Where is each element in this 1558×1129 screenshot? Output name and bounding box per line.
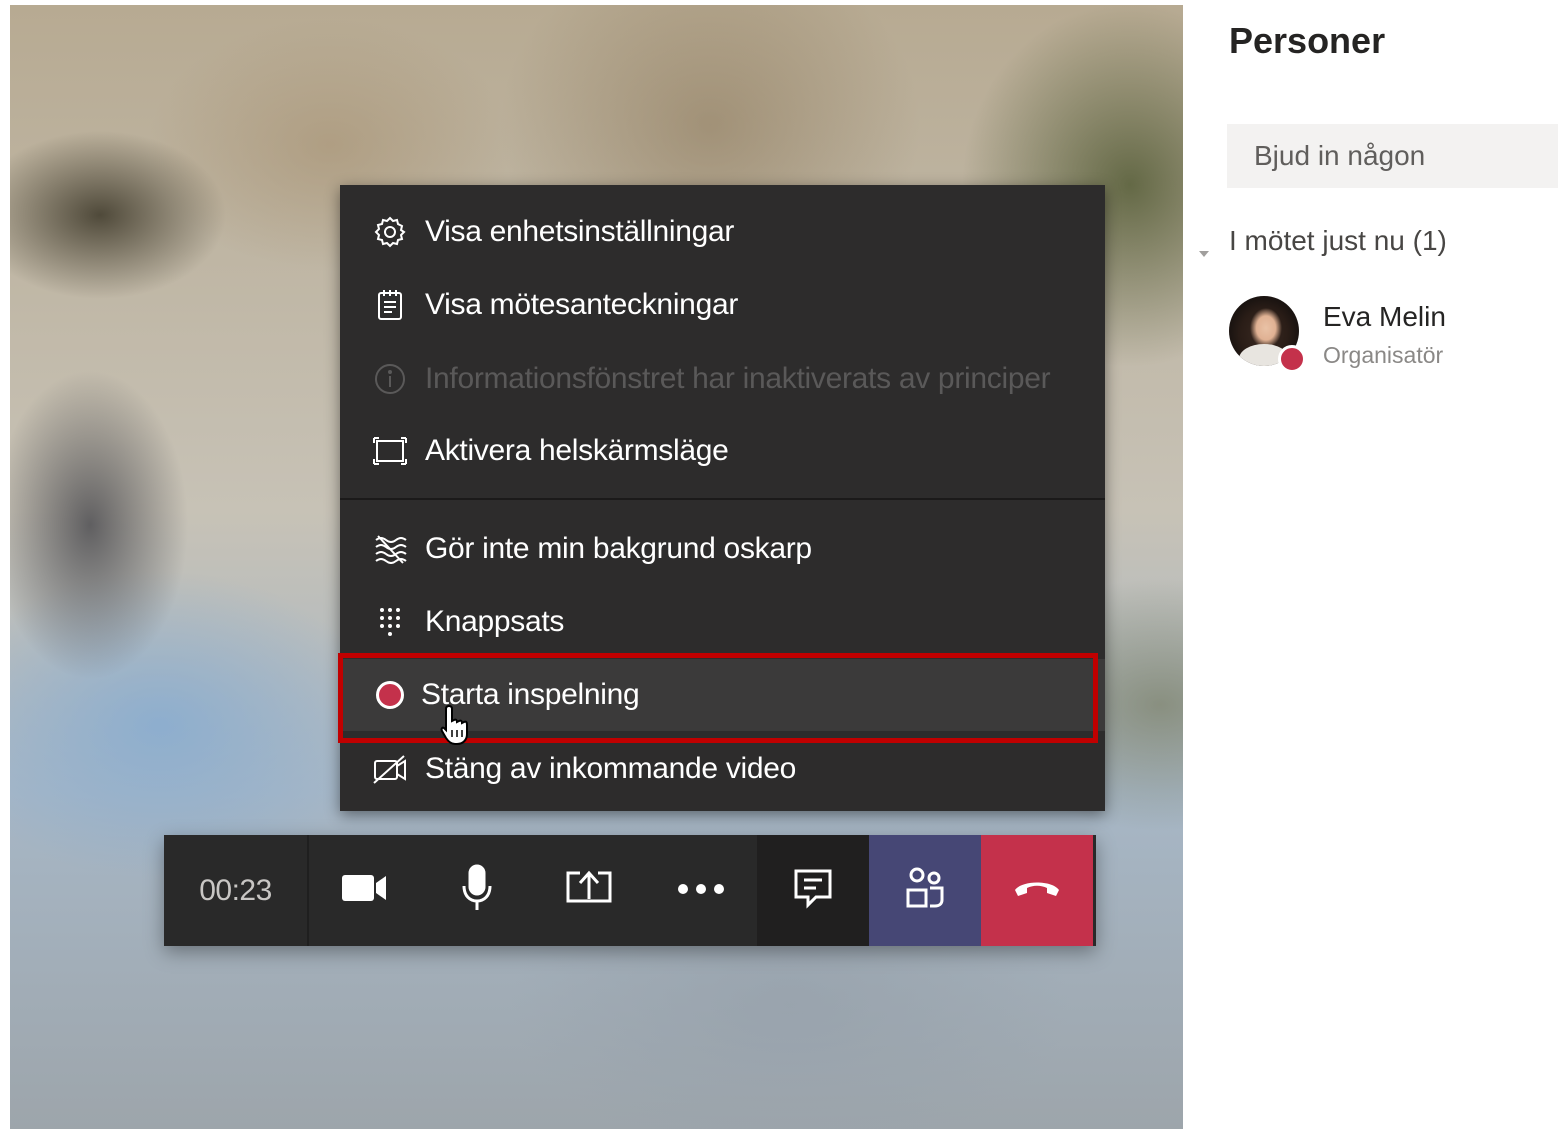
presence-busy-icon bbox=[1278, 345, 1306, 373]
panel-title: Personer bbox=[1229, 20, 1386, 61]
menu-item-background-blur[interactable]: Gör inte min bakgrund oskarp bbox=[340, 515, 1105, 583]
hang-up-icon bbox=[1012, 876, 1062, 905]
participant-role: Organisatör bbox=[1323, 342, 1444, 368]
chat-icon bbox=[792, 867, 834, 914]
menu-item-label: Knappsats bbox=[425, 605, 565, 638]
menu-item-device-settings[interactable]: Visa enhetsinställningar bbox=[340, 198, 1105, 266]
share-screen-button[interactable] bbox=[533, 835, 645, 946]
menu-divider bbox=[340, 498, 1105, 500]
fullscreen-icon bbox=[372, 433, 408, 469]
dialpad-icon bbox=[372, 604, 408, 640]
people-button[interactable] bbox=[869, 835, 981, 946]
microphone-button[interactable] bbox=[421, 835, 533, 946]
share-screen-icon bbox=[564, 867, 614, 914]
record-icon bbox=[372, 677, 408, 713]
more-options-icon bbox=[677, 882, 725, 900]
chevron-down-icon bbox=[1197, 235, 1211, 257]
more-options-button[interactable] bbox=[645, 835, 757, 946]
notes-icon bbox=[372, 287, 408, 323]
section-label: I mötet just nu (1) bbox=[1229, 225, 1447, 256]
camera-button[interactable] bbox=[309, 835, 421, 946]
blur-icon bbox=[372, 531, 408, 567]
menu-item-label: Visa mötesanteckningar bbox=[425, 288, 739, 321]
menu-item-info-pane: Informationsfönstret har inaktiverats av… bbox=[340, 345, 1105, 413]
microphone-icon bbox=[460, 864, 494, 917]
participant-item[interactable]: Eva Melin Organisatör bbox=[1229, 296, 1549, 376]
hang-up-button[interactable] bbox=[981, 835, 1093, 946]
camera-icon bbox=[340, 871, 390, 910]
menu-item-label: Informationsfönstret har inaktiverats av… bbox=[425, 362, 1051, 395]
invite-input[interactable] bbox=[1227, 124, 1558, 188]
menu-item-label: Visa enhetsinställningar bbox=[425, 215, 735, 248]
menu-item-dialpad[interactable]: Knappsats bbox=[340, 588, 1105, 656]
hand-pointer-cursor-icon bbox=[440, 704, 472, 746]
call-toolbar: 00:23 bbox=[164, 835, 1096, 946]
people-icon bbox=[904, 866, 946, 915]
gear-icon bbox=[372, 214, 408, 250]
video-off-icon bbox=[372, 751, 408, 787]
in-meeting-section-header[interactable]: I mötet just nu (1) bbox=[1197, 225, 1447, 257]
menu-item-label: Aktivera helskärmsläge bbox=[425, 434, 729, 467]
participant-name: Eva Melin bbox=[1323, 301, 1446, 332]
menu-item-fullscreen[interactable]: Aktivera helskärmsläge bbox=[340, 417, 1105, 485]
menu-item-label: Stäng av inkommande video bbox=[425, 752, 797, 785]
chat-button[interactable] bbox=[757, 835, 869, 946]
menu-item-label: Gör inte min bakgrund oskarp bbox=[425, 532, 812, 565]
call-timer: 00:23 bbox=[164, 835, 309, 946]
info-icon bbox=[372, 361, 408, 397]
people-panel: Personer I mötet just nu (1) Eva Melin O… bbox=[1183, 0, 1558, 1129]
menu-item-meeting-notes[interactable]: Visa mötesanteckningar bbox=[340, 271, 1105, 339]
meeting-window: Visa enhetsinställningar Visa mötesantec… bbox=[0, 0, 1558, 1129]
